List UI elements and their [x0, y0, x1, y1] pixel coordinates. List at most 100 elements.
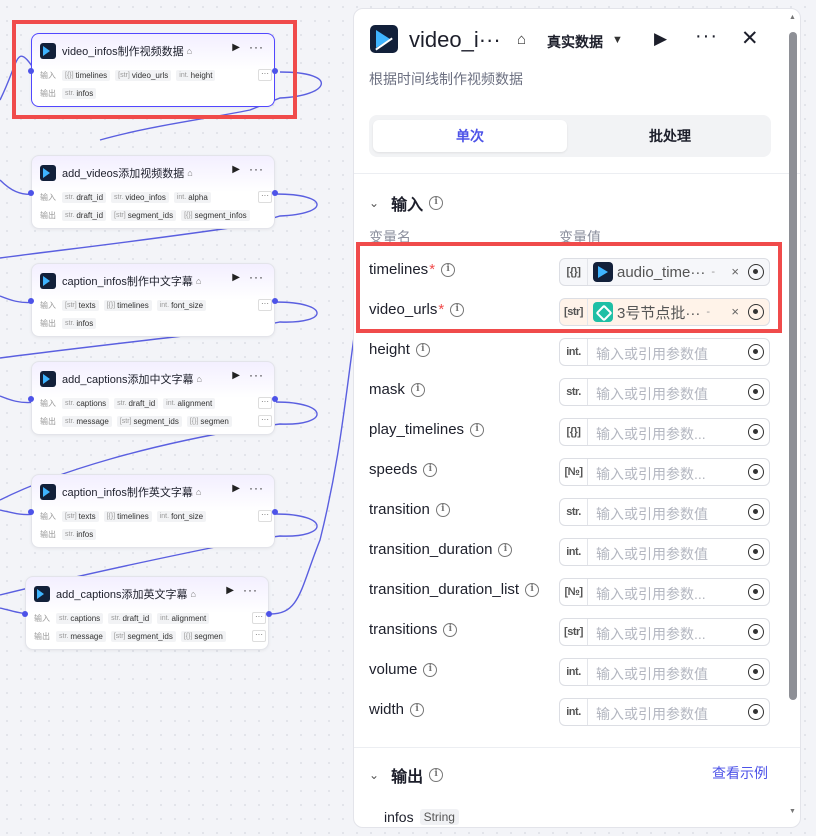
param-placeholder[interactable]: 输入或引用参数值	[596, 384, 726, 404]
chevron-down-icon[interactable]: ⌄	[369, 768, 379, 782]
param-placeholder[interactable]: 输入或引用参数...	[596, 464, 726, 484]
run-button[interactable]: ▶	[654, 29, 667, 49]
workflow-canvas[interactable]: video_infos制作视频数据 ⌂ ▶ ··· 输入[{}] timeline…	[0, 0, 360, 836]
param-input-field[interactable]: int. 输入或引用参数值	[559, 698, 770, 726]
reference-target-icon[interactable]	[748, 504, 764, 520]
more-icon[interactable]: ···	[243, 583, 258, 597]
type-badge: [№]	[560, 579, 588, 605]
storefront-icon[interactable]: ⌂	[517, 31, 526, 48]
param-placeholder[interactable]: 输入或引用参数值	[596, 704, 726, 724]
output-section-title: 输出	[391, 769, 424, 786]
workflow-node[interactable]: caption_infos制作英文字幕 ⌂ ▶ ··· 输入 [str] texts…	[28, 474, 278, 548]
run-icon[interactable]: ▶	[226, 585, 234, 596]
more-icon[interactable]: ···	[249, 481, 264, 495]
output-port[interactable]	[272, 298, 278, 304]
param-placeholder[interactable]: 输入或引用参数...	[596, 424, 726, 444]
reference-target-icon[interactable]	[748, 544, 764, 560]
info-icon[interactable]: i	[525, 582, 540, 597]
more-icon[interactable]: ···	[249, 368, 264, 382]
param-tag: [{}] timelines	[103, 510, 152, 522]
param-input-field[interactable]: [{}] 输入或引用参数...	[559, 418, 770, 446]
more-params-icon[interactable]: ···	[258, 415, 272, 427]
param-row-mask: mask i str. 输入或引用参数值	[354, 371, 800, 411]
highlight-box-node	[12, 20, 297, 119]
info-icon[interactable]: i	[429, 196, 444, 210]
run-icon[interactable]: ▶	[232, 272, 240, 283]
reference-target-icon[interactable]	[748, 624, 764, 640]
param-placeholder[interactable]: 输入或引用参数...	[596, 584, 726, 604]
output-port[interactable]	[272, 509, 278, 515]
info-icon[interactable]: i	[429, 768, 444, 782]
plugin-logo-icon	[34, 586, 50, 602]
output-port[interactable]	[266, 611, 272, 617]
close-icon[interactable]: ✕	[741, 26, 759, 51]
output-section-header[interactable]: ⌄ 输出 i	[369, 763, 444, 787]
scroll-down-icon[interactable]: ▼	[789, 808, 796, 815]
param-placeholder[interactable]: 输入或引用参数值	[596, 664, 726, 684]
param-input-field[interactable]: str. 输入或引用参数值	[559, 378, 770, 406]
scrollbar-thumb[interactable]	[789, 32, 797, 700]
param-tag: [str] segment_ids	[111, 209, 177, 221]
reference-target-icon[interactable]	[748, 464, 764, 480]
param-input-field[interactable]: [№] 输入或引用参数...	[559, 578, 770, 606]
scroll-up-icon[interactable]: ▲	[789, 14, 796, 21]
run-icon[interactable]: ▶	[232, 483, 240, 494]
input-port[interactable]	[28, 396, 34, 402]
input-port[interactable]	[28, 190, 34, 196]
param-input-field[interactable]: [str] 输入或引用参数...	[559, 618, 770, 646]
workflow-node[interactable]: caption_infos制作中文字幕 ⌂ ▶ ··· 输入 [str] texts…	[28, 263, 278, 337]
more-params-icon[interactable]: ···	[258, 397, 272, 409]
info-icon[interactable]: i	[470, 422, 485, 437]
run-icon[interactable]: ▶	[232, 370, 240, 381]
workflow-node[interactable]: add_videos添加视频数据 ⌂ ▶ ··· 输入 str. draft_id s…	[28, 155, 278, 229]
more-params-icon[interactable]: ···	[258, 191, 272, 203]
tab-batch[interactable]: 批处理	[573, 120, 767, 152]
info-icon[interactable]: i	[410, 382, 425, 397]
param-placeholder[interactable]: 输入或引用参数值	[596, 544, 726, 564]
info-icon[interactable]: i	[435, 502, 450, 517]
input-port[interactable]	[22, 611, 28, 617]
view-example-link[interactable]: 查看示例	[712, 763, 768, 783]
info-icon[interactable]: i	[423, 662, 438, 677]
input-port[interactable]	[28, 298, 34, 304]
more-params-icon[interactable]: ···	[252, 612, 266, 624]
run-icon[interactable]: ▶	[232, 164, 240, 175]
workflow-node[interactable]: add_captions添加英文字幕 ⌂ ▶ ··· 输入 str. caption…	[22, 576, 272, 650]
param-input-field[interactable]: str. 输入或引用参数值	[559, 498, 770, 526]
reference-target-icon[interactable]	[748, 424, 764, 440]
more-params-icon[interactable]: ···	[252, 630, 266, 642]
info-icon[interactable]: i	[423, 462, 438, 477]
info-icon[interactable]: i	[410, 702, 425, 717]
more-icon[interactable]: ···	[249, 162, 264, 176]
param-input-field[interactable]: int. 输入或引用参数值	[559, 338, 770, 366]
param-input-field[interactable]: [№] 输入或引用参数...	[559, 458, 770, 486]
reference-target-icon[interactable]	[748, 704, 764, 720]
output-port[interactable]	[272, 190, 278, 196]
node-output-row: 输出 str. draft_id [str] segment_ids[{}] segmen…	[40, 208, 266, 222]
more-icon[interactable]: ···	[695, 25, 718, 48]
param-input-field[interactable]: int. 输入或引用参数值	[559, 658, 770, 686]
param-input-field[interactable]: int. 输入或引用参数值	[559, 538, 770, 566]
workflow-node[interactable]: add_captions添加中文字幕 ⌂ ▶ ··· 输入 str. caption…	[28, 361, 278, 435]
input-section-header[interactable]: ⌄ 输入 i	[369, 191, 444, 215]
more-params-icon[interactable]: ···	[258, 510, 272, 522]
info-icon[interactable]: i	[443, 622, 458, 637]
param-placeholder[interactable]: 输入或引用参数...	[596, 624, 726, 644]
chevron-down-icon[interactable]: ▼	[612, 34, 623, 46]
param-tag: str. message	[56, 630, 106, 642]
info-icon[interactable]: i	[415, 342, 430, 357]
tab-single[interactable]: 单次	[373, 120, 567, 152]
param-placeholder[interactable]: 输入或引用参数值	[596, 344, 726, 364]
more-params-icon[interactable]: ···	[258, 299, 272, 311]
reference-target-icon[interactable]	[748, 584, 764, 600]
reference-target-icon[interactable]	[748, 384, 764, 400]
more-icon[interactable]: ···	[249, 270, 264, 284]
chevron-down-icon[interactable]: ⌄	[369, 196, 379, 210]
info-icon[interactable]: i	[498, 542, 513, 557]
data-mode-select[interactable]: 真实数据	[547, 32, 603, 52]
reference-target-icon[interactable]	[748, 664, 764, 680]
reference-target-icon[interactable]	[748, 344, 764, 360]
output-port[interactable]	[272, 396, 278, 402]
param-placeholder[interactable]: 输入或引用参数值	[596, 504, 726, 524]
input-port[interactable]	[28, 509, 34, 515]
